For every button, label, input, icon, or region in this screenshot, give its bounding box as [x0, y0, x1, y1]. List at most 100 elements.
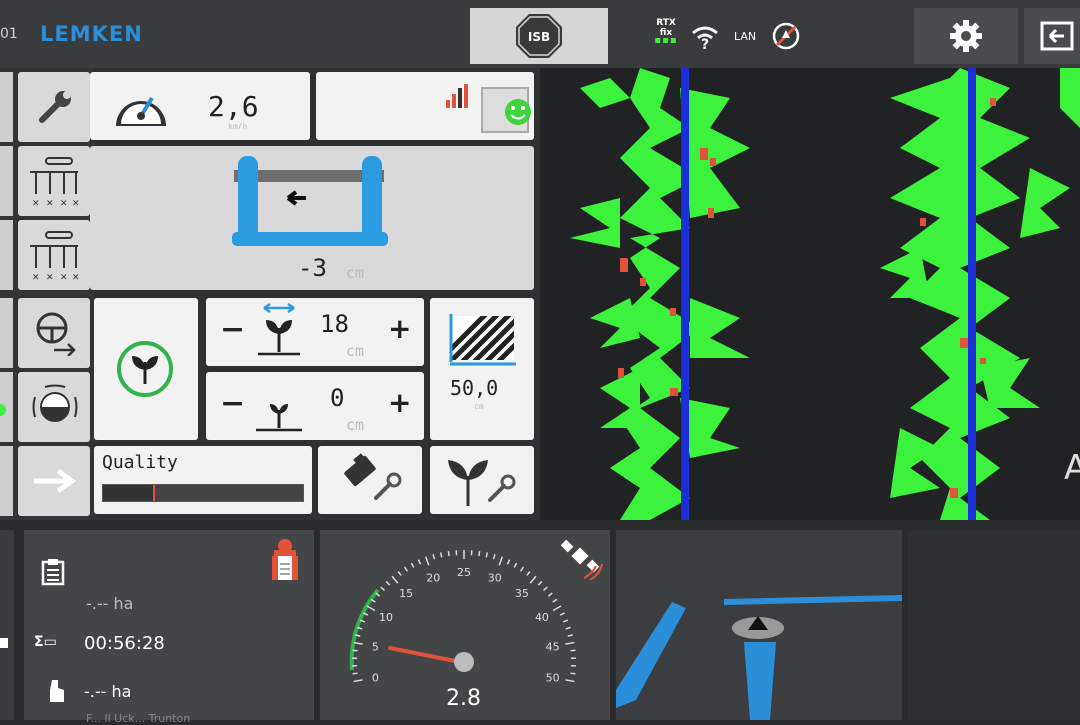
hoe-sections-button-2[interactable]: ✕✕✕✕	[18, 220, 90, 290]
exit-icon	[1038, 20, 1074, 52]
service-button[interactable]	[18, 72, 90, 142]
camera-view[interactable]: A	[540, 68, 1080, 520]
gauge-tick	[353, 673, 358, 674]
gauge-tick-label: 0	[372, 672, 379, 685]
lan-label: LAN	[734, 30, 756, 43]
gauge-tick	[565, 680, 574, 682]
svg-text:✕: ✕	[46, 199, 54, 208]
row-width-minus-button[interactable]: −	[220, 312, 245, 347]
sidebar-edge	[0, 298, 13, 368]
next-page-button[interactable]	[18, 446, 90, 516]
no-connection-icon	[772, 22, 800, 50]
page-number: 01	[0, 26, 18, 42]
gauge-tick	[568, 635, 573, 636]
svg-text:✕: ✕	[60, 199, 68, 208]
speed-tile: 2,6 km/h	[90, 72, 310, 140]
gauge-tick	[560, 613, 564, 615]
plant-circle-icon	[116, 340, 174, 398]
svg-text:✕: ✕	[60, 273, 68, 282]
working-width-unit: cm	[474, 402, 484, 411]
gauge-tick	[514, 563, 516, 567]
row-width-tile: − 18 cm +	[206, 298, 424, 366]
bottom-edge-panel	[0, 530, 14, 720]
gauge-tick	[441, 552, 442, 557]
gauge-tick	[553, 599, 557, 602]
gauge-tick	[386, 581, 389, 585]
time-sum-icon: Σ▭	[34, 634, 57, 650]
plant-offset-tile: − 0 cm +	[206, 372, 424, 440]
crop-row-detection-image	[540, 68, 1080, 520]
crop-mode-tile[interactable]	[94, 298, 198, 440]
plant-offset-value: 0	[330, 384, 344, 412]
hatched-width-icon	[448, 312, 518, 368]
steering-button[interactable]	[18, 298, 90, 368]
gauge-tick	[570, 650, 575, 651]
camera-wrench-icon	[336, 452, 408, 508]
exit-button[interactable]	[1024, 8, 1080, 64]
camera-settings-tile[interactable]	[318, 446, 422, 514]
wifi-unknown-icon: ?	[690, 24, 720, 50]
arrow-right-icon	[32, 468, 78, 494]
wrench-icon	[36, 88, 74, 126]
gauge-tick	[433, 554, 434, 559]
settings-button[interactable]	[914, 8, 1018, 64]
guidance-view-panel[interactable]	[616, 530, 902, 720]
plant-spacing-icon	[252, 300, 306, 360]
isb-button[interactable]: ISB	[470, 8, 608, 64]
gauge-tick	[411, 563, 413, 567]
operator-icon[interactable]	[266, 538, 304, 584]
gauge-tick	[544, 587, 548, 590]
gauge-tick	[521, 567, 524, 571]
gauge-tick	[448, 551, 449, 556]
gauge-tick	[426, 557, 429, 565]
camera-button[interactable]	[18, 372, 90, 442]
gauge-tick	[508, 560, 510, 565]
overlay-letter: A	[1064, 448, 1080, 488]
gauge-tick	[418, 560, 420, 565]
row-width-value: 18	[320, 310, 349, 338]
isb-label: ISB	[528, 30, 550, 44]
satellite-icon	[558, 534, 604, 580]
quality-label: Quality	[102, 452, 178, 473]
empty-panel	[908, 530, 1080, 720]
gauge-tick	[381, 587, 385, 590]
gauge-needle	[390, 648, 460, 662]
gauge-tick	[548, 593, 552, 596]
crop-settings-tile[interactable]	[430, 446, 534, 514]
plant-offset-plus-button[interactable]: +	[388, 386, 411, 419]
gauge-tick	[499, 557, 502, 565]
sidebar-edge	[0, 146, 13, 216]
quality-bar	[102, 484, 304, 502]
gauge-tick	[538, 581, 541, 585]
clipboard-icon	[40, 558, 66, 586]
lemken-logo-text: LEMKEN	[40, 22, 143, 46]
quality-bar-marker	[153, 485, 155, 501]
gauge-value: 2.8	[446, 686, 481, 711]
gauge-tick	[493, 554, 494, 559]
gauge-tick-label: 15	[399, 587, 413, 600]
gauge-tick	[353, 650, 358, 651]
working-width-tile[interactable]: 50,0 cm	[430, 298, 534, 440]
top-bar: 01 LEMKEN ISB RTX fix ▪▪▪ ? LAN	[0, 0, 1080, 68]
plant-offset-minus-button[interactable]: −	[220, 386, 245, 421]
row-width-unit: cm	[346, 342, 364, 360]
weed-status-tile[interactable]	[316, 72, 534, 140]
speed-value: 2,6	[208, 90, 259, 123]
gauge-tick-label: 5	[372, 640, 379, 653]
plant-wrench-icon	[444, 450, 522, 510]
gauge-tick	[367, 606, 375, 611]
worked-area-icon	[46, 678, 68, 704]
small-plant-icon	[252, 382, 306, 434]
row-width-plus-button[interactable]: +	[388, 312, 411, 345]
gauge-tick-label: 35	[515, 587, 529, 600]
quality-bar-fill	[103, 485, 153, 501]
weed-detection-status-icon	[444, 78, 532, 136]
working-width-value: 50,0	[450, 376, 498, 400]
gauge-tick-label: 30	[488, 571, 502, 584]
gauge-tick-label: 45	[546, 640, 560, 653]
hoe-sections-button-1[interactable]: ✕✕✕✕	[18, 146, 90, 216]
hoe-sections-icon: ✕✕✕✕	[26, 154, 82, 208]
side-shift-tile[interactable]: -3 cm	[90, 146, 534, 290]
sidebar-edge	[0, 72, 13, 142]
gauge-tick-label: 20	[426, 571, 440, 584]
